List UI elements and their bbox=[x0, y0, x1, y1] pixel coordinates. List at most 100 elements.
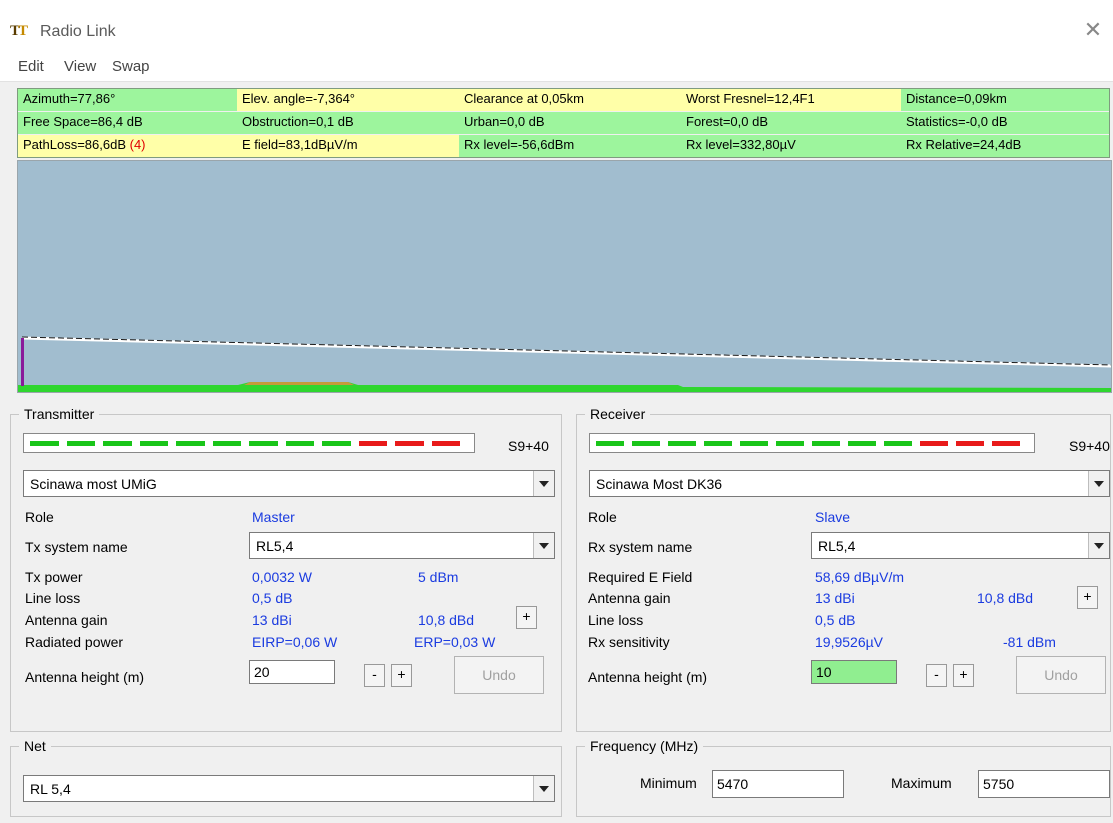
meter-segment bbox=[740, 441, 768, 446]
urban-cell: Urban=0,0 dB bbox=[459, 112, 681, 134]
meter-segment bbox=[596, 441, 624, 446]
rx-sensitivity-label: Rx sensitivity bbox=[588, 634, 670, 650]
frequency-min-input[interactable] bbox=[712, 770, 844, 798]
rx-gain-dbi: 13 dBi bbox=[815, 590, 855, 606]
summary-row: PathLoss=86,6dB (4) E field=83,1dBµV/m R… bbox=[18, 135, 1109, 158]
summary-row: Azimuth=77,86° Elev. angle=-7,364° Clear… bbox=[18, 89, 1109, 112]
tx-system-value: RL5,4 bbox=[256, 538, 294, 554]
frequency-legend: Frequency (MHz) bbox=[590, 738, 699, 754]
rx-gain-label: Antenna gain bbox=[588, 590, 671, 606]
tx-system-label: Tx system name bbox=[25, 539, 128, 555]
forest-cell: Forest=0,0 dB bbox=[681, 112, 901, 134]
free-space-cell: Free Space=86,4 dB bbox=[18, 112, 237, 134]
tx-lineloss-label: Line loss bbox=[25, 590, 81, 606]
rx-height-plus-button[interactable]: + bbox=[953, 664, 974, 687]
tx-power-label: Tx power bbox=[25, 569, 83, 585]
chevron-down-icon[interactable] bbox=[533, 776, 554, 801]
rx-site-value: Scinawa Most DK36 bbox=[596, 476, 723, 492]
rx-site-select[interactable]: Scinawa Most DK36 bbox=[589, 470, 1110, 497]
tx-height-label: Antenna height (m) bbox=[25, 669, 145, 685]
rx-signal-meter bbox=[589, 433, 1035, 453]
meter-segment bbox=[992, 441, 1020, 446]
tx-site-select[interactable]: Scinawa most UMiG bbox=[23, 470, 555, 497]
menu-view[interactable]: View bbox=[64, 58, 96, 75]
tx-gain-dbd: 10,8 dBd bbox=[418, 612, 475, 628]
meter-segment bbox=[668, 441, 696, 446]
meter-segment bbox=[358, 441, 387, 446]
pathloss-cell: PathLoss=86,6dB (4) bbox=[18, 135, 237, 157]
tx-power-dbm: 5 dBm bbox=[418, 569, 459, 585]
clearance-cell: Clearance at 0,05km bbox=[459, 89, 681, 111]
meter-segment bbox=[176, 441, 205, 446]
chevron-down-icon[interactable] bbox=[1088, 471, 1109, 496]
meter-segment bbox=[212, 441, 241, 446]
rx-lineloss-label: Line loss bbox=[588, 612, 644, 628]
meter-segment bbox=[30, 441, 59, 446]
rx-gain-plus-button[interactable]: + bbox=[1077, 586, 1098, 609]
tx-gain-plus-button[interactable]: + bbox=[516, 606, 537, 629]
window-title: Radio Link bbox=[40, 23, 116, 40]
tx-height-plus-button[interactable]: + bbox=[391, 664, 412, 687]
tx-erp-value: ERP=0,03 W bbox=[414, 634, 496, 650]
distance-cell: Distance=0,09km bbox=[901, 89, 1109, 111]
meter-segment bbox=[920, 441, 948, 446]
tx-radiated-label: Radiated power bbox=[25, 634, 124, 650]
meter-segment bbox=[285, 441, 314, 446]
meter-segment bbox=[884, 441, 912, 446]
rx-system-label: Rx system name bbox=[588, 539, 693, 555]
tx-height-minus-button[interactable]: - bbox=[364, 664, 385, 687]
link-profile-view[interactable] bbox=[17, 160, 1112, 393]
meter-segment bbox=[66, 441, 95, 446]
terrain-obstacle bbox=[244, 382, 354, 385]
tx-undo-button[interactable]: Undo bbox=[454, 656, 544, 694]
tx-role-label: Role bbox=[25, 509, 54, 525]
tx-site-value: Scinawa most UMiG bbox=[30, 476, 157, 492]
title-bar: TT Radio Link ✕ bbox=[0, 0, 1113, 52]
net-value: RL 5,4 bbox=[30, 781, 71, 797]
tx-role-value: Master bbox=[252, 509, 295, 525]
e-field-cell: E field=83,1dBµV/m bbox=[237, 135, 459, 157]
net-select[interactable]: RL 5,4 bbox=[23, 775, 555, 802]
profile-graphic bbox=[18, 336, 1111, 392]
rx-undo-button[interactable]: Undo bbox=[1016, 656, 1106, 694]
statistics-cell: Statistics=-0,0 dB bbox=[901, 112, 1109, 134]
menu-bar: Edit View Swap bbox=[0, 52, 1113, 82]
meter-segment bbox=[249, 441, 278, 446]
net-legend: Net bbox=[24, 738, 46, 754]
frequency-min-label: Minimum bbox=[640, 775, 697, 791]
rx-role-label: Role bbox=[588, 509, 617, 525]
menu-edit[interactable]: Edit bbox=[18, 58, 44, 75]
meter-segment bbox=[139, 441, 168, 446]
radio-link-app-icon: TT bbox=[10, 23, 28, 39]
rx-height-input[interactable] bbox=[811, 660, 897, 684]
azimuth-cell: Azimuth=77,86° bbox=[18, 89, 237, 111]
rx-level-dbm-cell: Rx level=-56,6dBm bbox=[459, 135, 681, 157]
chevron-down-icon[interactable] bbox=[1088, 533, 1109, 558]
tx-height-input[interactable] bbox=[249, 660, 335, 684]
frequency-max-input[interactable] bbox=[978, 770, 1110, 798]
summary-row: Free Space=86,4 dB Obstruction=0,1 dB Ur… bbox=[18, 112, 1109, 135]
rx-required-field-value: 58,69 dBµV/m bbox=[815, 569, 905, 585]
rx-system-select[interactable]: RL5,4 bbox=[811, 532, 1110, 559]
close-icon[interactable]: ✕ bbox=[1083, 19, 1103, 41]
tx-lineloss-value: 0,5 dB bbox=[252, 590, 293, 606]
tx-power-watts: 0,0032 W bbox=[252, 569, 312, 585]
rx-relative-cell: Rx Relative=24,4dB bbox=[901, 135, 1109, 157]
tx-gain-dbi: 13 dBi bbox=[252, 612, 292, 628]
rx-height-label: Antenna height (m) bbox=[588, 669, 708, 685]
pathloss-mode: (4) bbox=[129, 137, 146, 152]
link-summary-grid: Azimuth=77,86° Elev. angle=-7,364° Clear… bbox=[17, 88, 1110, 158]
menu-swap[interactable]: Swap bbox=[112, 58, 150, 75]
tx-system-select[interactable]: RL5,4 bbox=[249, 532, 555, 559]
rx-meter-label: S9+40 bbox=[1069, 438, 1110, 454]
receiver-legend: Receiver bbox=[590, 406, 646, 422]
meter-segment bbox=[776, 441, 804, 446]
chevron-down-icon[interactable] bbox=[533, 471, 554, 496]
rx-level-uv-cell: Rx level=332,80µV bbox=[681, 135, 901, 157]
rx-gain-dbd: 10,8 dBd bbox=[977, 590, 1034, 606]
meter-segment bbox=[431, 441, 460, 446]
chevron-down-icon[interactable] bbox=[533, 533, 554, 558]
elevation-cell: Elev. angle=-7,364° bbox=[237, 89, 459, 111]
line-of-sight bbox=[21, 336, 1111, 368]
rx-height-minus-button[interactable]: - bbox=[926, 664, 947, 687]
